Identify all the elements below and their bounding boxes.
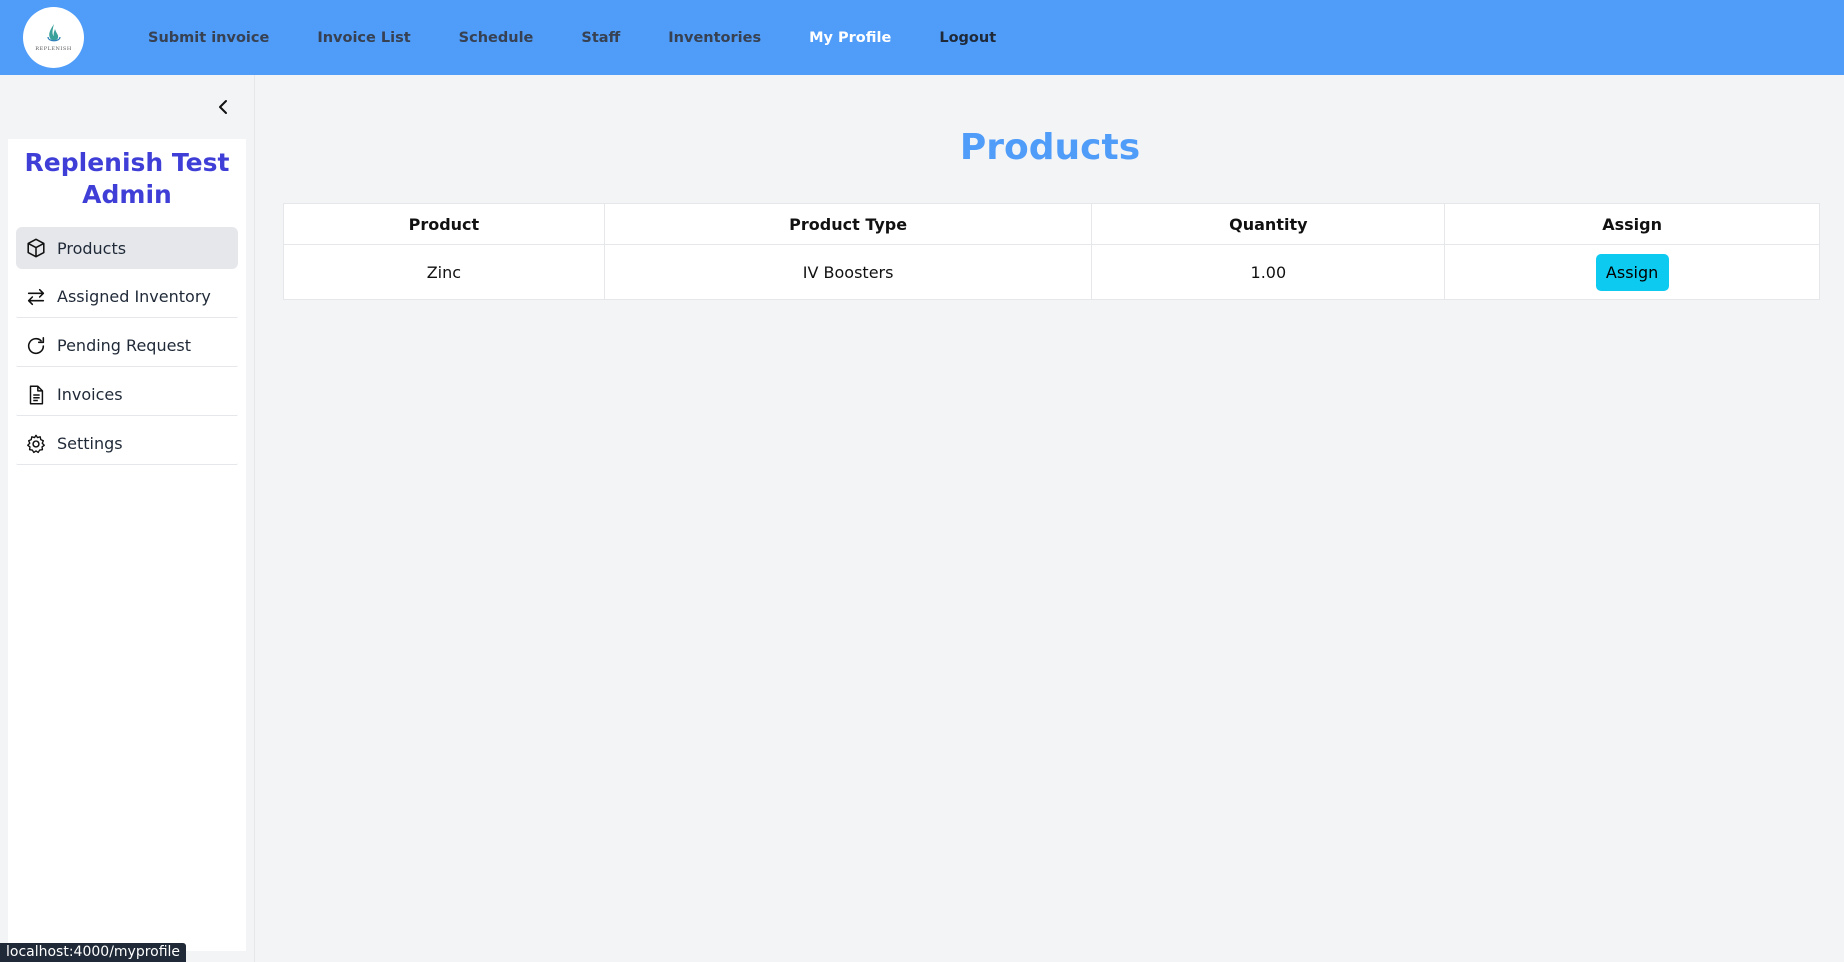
arrows-left-right-icon — [27, 288, 45, 305]
nav-inventories[interactable]: Inventories — [668, 30, 761, 46]
cell-assign: Assign — [1444, 244, 1820, 300]
sidebar: Replenish Test Admin Products Assigned I… — [8, 139, 246, 951]
chevron-left-icon — [219, 100, 227, 114]
sidebar-menu: Products Assigned Inventory Pending Requ… — [16, 227, 238, 472]
main-content: Products Product Product Type Quantity A… — [256, 75, 1844, 962]
flame-logo-icon — [46, 24, 61, 42]
nav-invoice-list[interactable]: Invoice List — [317, 30, 410, 46]
sidebar-item-label: Products — [57, 238, 127, 258]
sidebar-item-label: Assigned Inventory — [57, 287, 211, 306]
column-header-quantity: Quantity — [1091, 203, 1446, 245]
products-table: Product Product Type Quantity Assign Zin… — [283, 203, 1820, 300]
column-header-product-type: Product Type — [603, 203, 1093, 245]
sidebar-item-label: Invoices — [57, 385, 123, 404]
main-nav: Submit invoice Invoice List Schedule Sta… — [148, 0, 1044, 75]
assign-button[interactable]: Assign — [1595, 253, 1669, 291]
document-icon — [29, 385, 44, 404]
browser-status-url: localhost:4000/myprofile — [0, 943, 187, 962]
sidebar-item-label: Settings — [57, 434, 123, 453]
sidebar-title: Replenish Test Admin — [24, 148, 230, 209]
nav-logout[interactable]: Logout — [939, 30, 996, 46]
nav-staff[interactable]: Staff — [581, 30, 620, 46]
sidebar-collapse-button[interactable] — [213, 95, 233, 119]
sidebar-item-settings[interactable]: Settings — [16, 423, 238, 465]
table-header-row: Product Product Type Quantity Assign — [283, 203, 1820, 245]
table-row: Zinc IV Boosters 1.00 Assign — [283, 244, 1820, 300]
gear-icon — [27, 434, 45, 453]
cell-product-type: IV Boosters — [603, 244, 1093, 300]
nav-my-profile[interactable]: My Profile — [809, 30, 891, 46]
sidebar-item-assigned-inventory[interactable]: Assigned Inventory — [16, 276, 238, 318]
refresh-icon — [27, 336, 45, 354]
nav-submit-invoice[interactable]: Submit invoice — [148, 30, 269, 46]
nav-schedule[interactable]: Schedule — [459, 30, 534, 46]
cell-quantity: 1.00 — [1091, 244, 1446, 300]
column-header-assign: Assign — [1444, 203, 1820, 245]
sidebar-item-label: Pending Request — [57, 336, 192, 355]
top-navbar: REPLENISH Submit invoice Invoice List Sc… — [0, 0, 1844, 75]
sidebar-item-invoices[interactable]: Invoices — [16, 374, 238, 416]
sidebar-item-products[interactable]: Products — [16, 227, 238, 269]
cell-product: Zinc — [283, 244, 605, 300]
logo-wordmark: REPLENISH — [35, 46, 72, 52]
page-title: Products — [959, 127, 1141, 168]
sidebar-item-pending-request[interactable]: Pending Request — [16, 325, 238, 367]
column-header-product: Product — [283, 203, 605, 245]
box-icon — [27, 238, 45, 258]
sidebar-container: Replenish Test Admin Products Assigned I… — [0, 75, 255, 962]
brand-logo[interactable]: REPLENISH — [23, 7, 84, 68]
